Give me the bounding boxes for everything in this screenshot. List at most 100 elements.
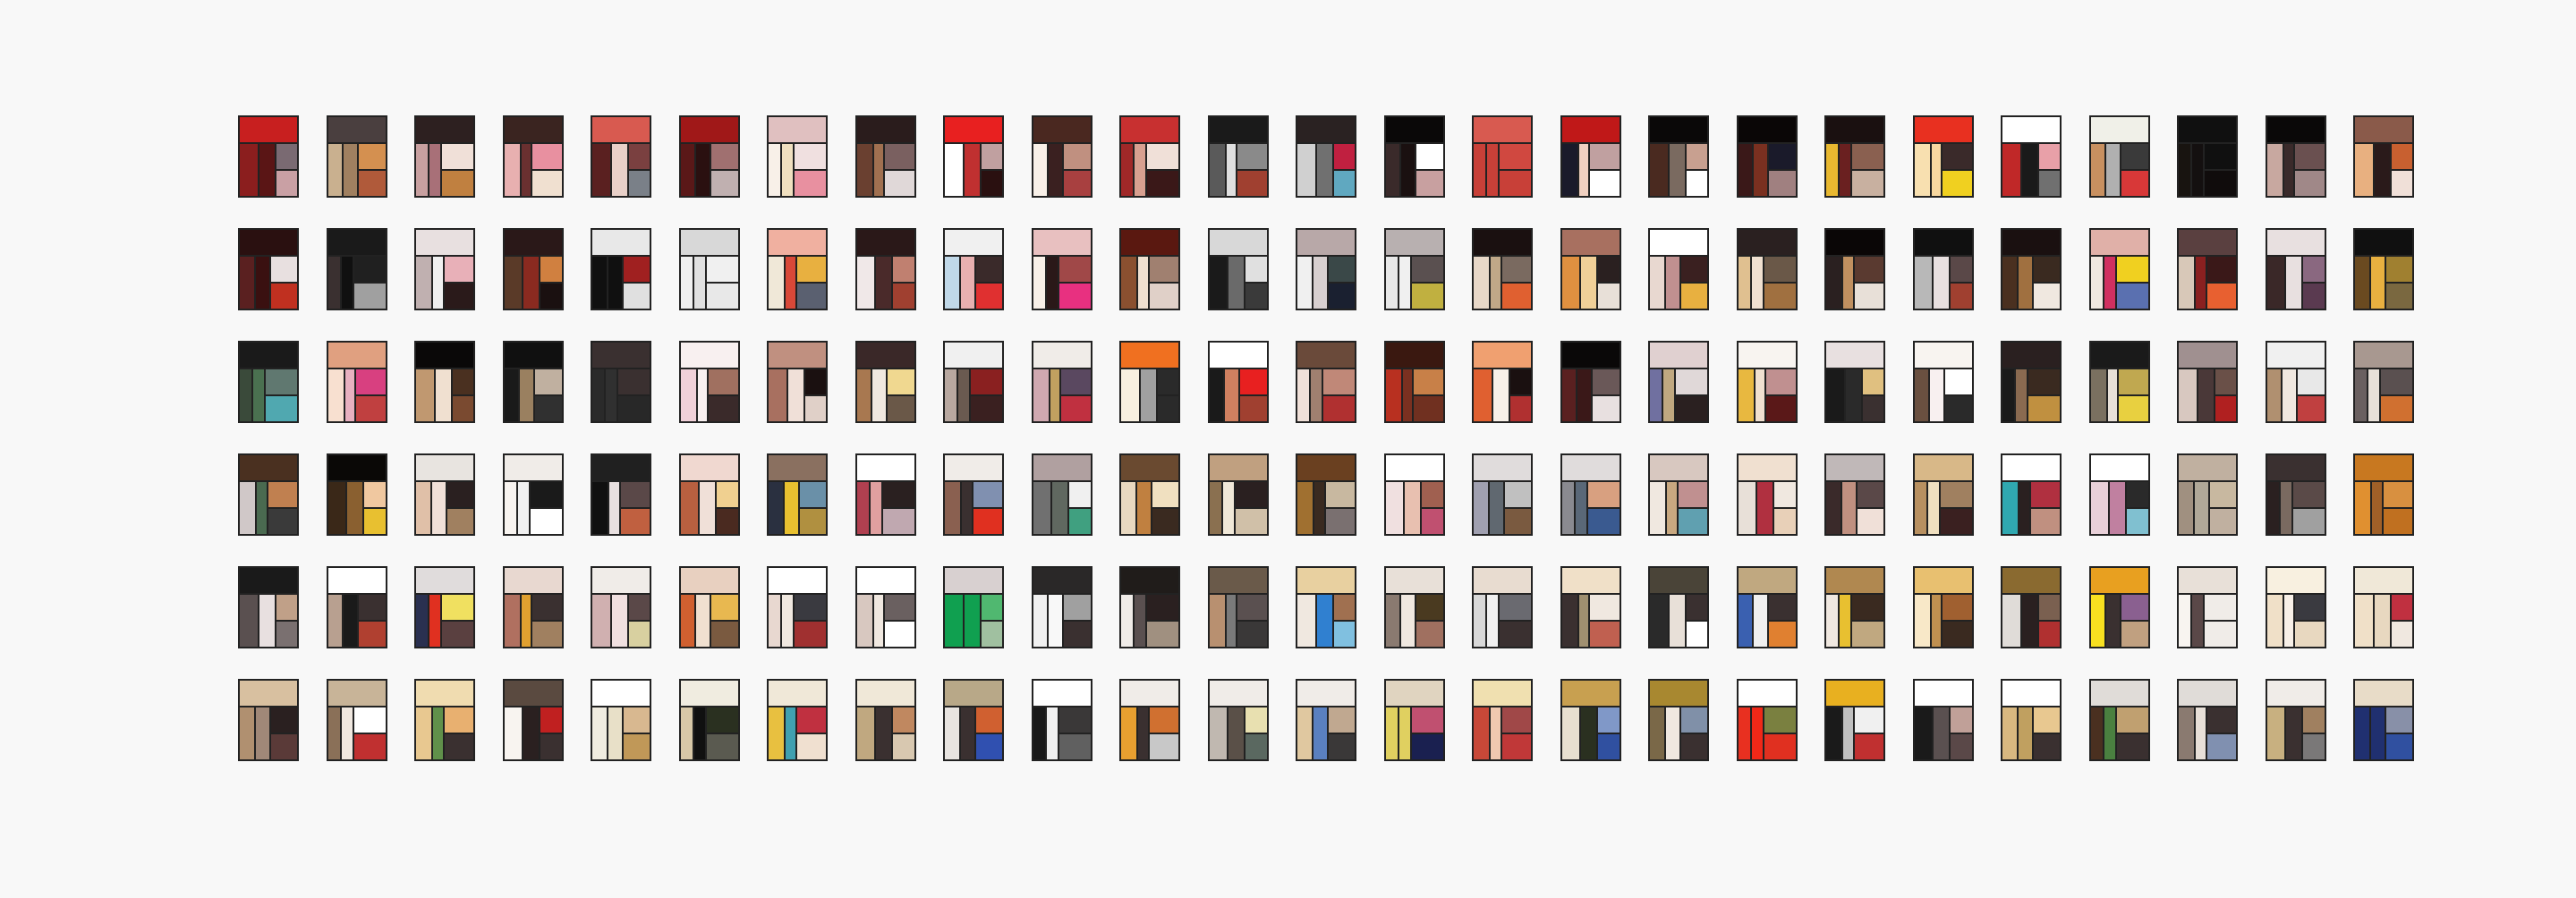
artwork-thumbnail[interactable]: [414, 341, 475, 423]
artwork-thumbnail[interactable]: [1648, 228, 1709, 310]
artwork-thumbnail[interactable]: [2265, 566, 2326, 648]
artwork-thumbnail[interactable]: [1383, 679, 1445, 761]
artwork-thumbnail[interactable]: [1472, 566, 1533, 648]
artwork-thumbnail[interactable]: [767, 228, 828, 310]
artwork-thumbnail[interactable]: [1119, 566, 1180, 648]
artwork-thumbnail[interactable]: [1119, 679, 1180, 761]
artwork-thumbnail[interactable]: [2265, 228, 2326, 310]
artwork-thumbnail[interactable]: [591, 115, 651, 198]
artwork-thumbnail[interactable]: [1119, 115, 1180, 198]
artwork-thumbnail[interactable]: [1824, 679, 1885, 761]
artwork-thumbnail[interactable]: [2088, 228, 2150, 310]
artwork-thumbnail[interactable]: [2001, 228, 2062, 310]
artwork-thumbnail[interactable]: [591, 679, 651, 761]
artwork-thumbnail[interactable]: [2353, 228, 2414, 310]
artwork-thumbnail[interactable]: [2001, 453, 2062, 536]
artwork-thumbnail[interactable]: [678, 566, 740, 648]
artwork-thumbnail[interactable]: [2088, 115, 2150, 198]
artwork-thumbnail[interactable]: [1296, 566, 1356, 648]
artwork-thumbnail[interactable]: [678, 115, 740, 198]
artwork-thumbnail[interactable]: [1824, 228, 1885, 310]
artwork-thumbnail[interactable]: [1648, 679, 1709, 761]
artwork-thumbnail[interactable]: [591, 228, 651, 310]
artwork-thumbnail[interactable]: [1031, 115, 1092, 198]
artwork-thumbnail[interactable]: [2088, 679, 2150, 761]
artwork-thumbnail[interactable]: [1648, 453, 1709, 536]
artwork-thumbnail[interactable]: [1119, 228, 1180, 310]
artwork-thumbnail[interactable]: [1296, 453, 1356, 536]
artwork-thumbnail[interactable]: [1824, 453, 1885, 536]
artwork-thumbnail[interactable]: [1296, 115, 1356, 198]
artwork-thumbnail[interactable]: [502, 115, 564, 198]
artwork-thumbnail[interactable]: [1207, 679, 1269, 761]
artwork-thumbnail[interactable]: [767, 566, 828, 648]
artwork-thumbnail[interactable]: [502, 228, 564, 310]
artwork-thumbnail[interactable]: [678, 453, 740, 536]
artwork-thumbnail[interactable]: [1383, 341, 1445, 423]
artwork-thumbnail[interactable]: [1207, 115, 1269, 198]
artwork-thumbnail[interactable]: [326, 341, 387, 423]
artwork-thumbnail[interactable]: [2177, 341, 2238, 423]
artwork-thumbnail[interactable]: [2177, 115, 2238, 198]
artwork-thumbnail[interactable]: [1824, 566, 1885, 648]
artwork-thumbnail[interactable]: [502, 679, 564, 761]
artwork-thumbnail[interactable]: [943, 115, 1004, 198]
artwork-thumbnail[interactable]: [767, 679, 828, 761]
artwork-thumbnail[interactable]: [854, 341, 916, 423]
artwork-thumbnail[interactable]: [1912, 228, 1974, 310]
artwork-thumbnail[interactable]: [326, 228, 387, 310]
artwork-thumbnail[interactable]: [1119, 341, 1180, 423]
artwork-thumbnail[interactable]: [1736, 341, 1798, 423]
artwork-thumbnail[interactable]: [238, 341, 299, 423]
artwork-thumbnail[interactable]: [326, 115, 387, 198]
artwork-thumbnail[interactable]: [502, 566, 564, 648]
artwork-thumbnail[interactable]: [1560, 453, 1621, 536]
artwork-thumbnail[interactable]: [2001, 341, 2062, 423]
artwork-thumbnail[interactable]: [2265, 679, 2326, 761]
artwork-thumbnail[interactable]: [2088, 453, 2150, 536]
artwork-thumbnail[interactable]: [1736, 228, 1798, 310]
artwork-thumbnail[interactable]: [1031, 679, 1092, 761]
artwork-thumbnail[interactable]: [1383, 566, 1445, 648]
artwork-thumbnail[interactable]: [1472, 679, 1533, 761]
artwork-thumbnail[interactable]: [854, 679, 916, 761]
artwork-thumbnail[interactable]: [2177, 228, 2238, 310]
artwork-thumbnail[interactable]: [2088, 341, 2150, 423]
artwork-thumbnail[interactable]: [2353, 115, 2414, 198]
artwork-thumbnail[interactable]: [943, 566, 1004, 648]
artwork-thumbnail[interactable]: [1560, 566, 1621, 648]
artwork-thumbnail[interactable]: [2353, 341, 2414, 423]
artwork-thumbnail[interactable]: [326, 679, 387, 761]
artwork-thumbnail[interactable]: [2353, 566, 2414, 648]
artwork-thumbnail[interactable]: [1736, 115, 1798, 198]
artwork-thumbnail[interactable]: [1383, 228, 1445, 310]
artwork-thumbnail[interactable]: [238, 115, 299, 198]
artwork-thumbnail[interactable]: [1296, 341, 1356, 423]
artwork-thumbnail[interactable]: [943, 453, 1004, 536]
artwork-thumbnail[interactable]: [414, 228, 475, 310]
artwork-thumbnail[interactable]: [2001, 115, 2062, 198]
artwork-thumbnail[interactable]: [2353, 453, 2414, 536]
artwork-thumbnail[interactable]: [854, 115, 916, 198]
artwork-thumbnail[interactable]: [678, 341, 740, 423]
artwork-thumbnail[interactable]: [1648, 341, 1709, 423]
artwork-thumbnail[interactable]: [591, 453, 651, 536]
artwork-thumbnail[interactable]: [2001, 679, 2062, 761]
artwork-thumbnail[interactable]: [1736, 566, 1798, 648]
artwork-thumbnail[interactable]: [502, 453, 564, 536]
artwork-thumbnail[interactable]: [1824, 341, 1885, 423]
artwork-thumbnail[interactable]: [414, 679, 475, 761]
artwork-thumbnail[interactable]: [1383, 115, 1445, 198]
artwork-thumbnail[interactable]: [591, 341, 651, 423]
artwork-thumbnail[interactable]: [1472, 341, 1533, 423]
artwork-thumbnail[interactable]: [1560, 341, 1621, 423]
artwork-thumbnail[interactable]: [1648, 566, 1709, 648]
artwork-thumbnail[interactable]: [943, 228, 1004, 310]
artwork-thumbnail[interactable]: [678, 679, 740, 761]
artwork-thumbnail[interactable]: [414, 453, 475, 536]
artwork-thumbnail[interactable]: [2001, 566, 2062, 648]
artwork-thumbnail[interactable]: [854, 566, 916, 648]
artwork-thumbnail[interactable]: [326, 566, 387, 648]
artwork-thumbnail[interactable]: [2088, 566, 2150, 648]
artwork-thumbnail[interactable]: [1031, 566, 1092, 648]
